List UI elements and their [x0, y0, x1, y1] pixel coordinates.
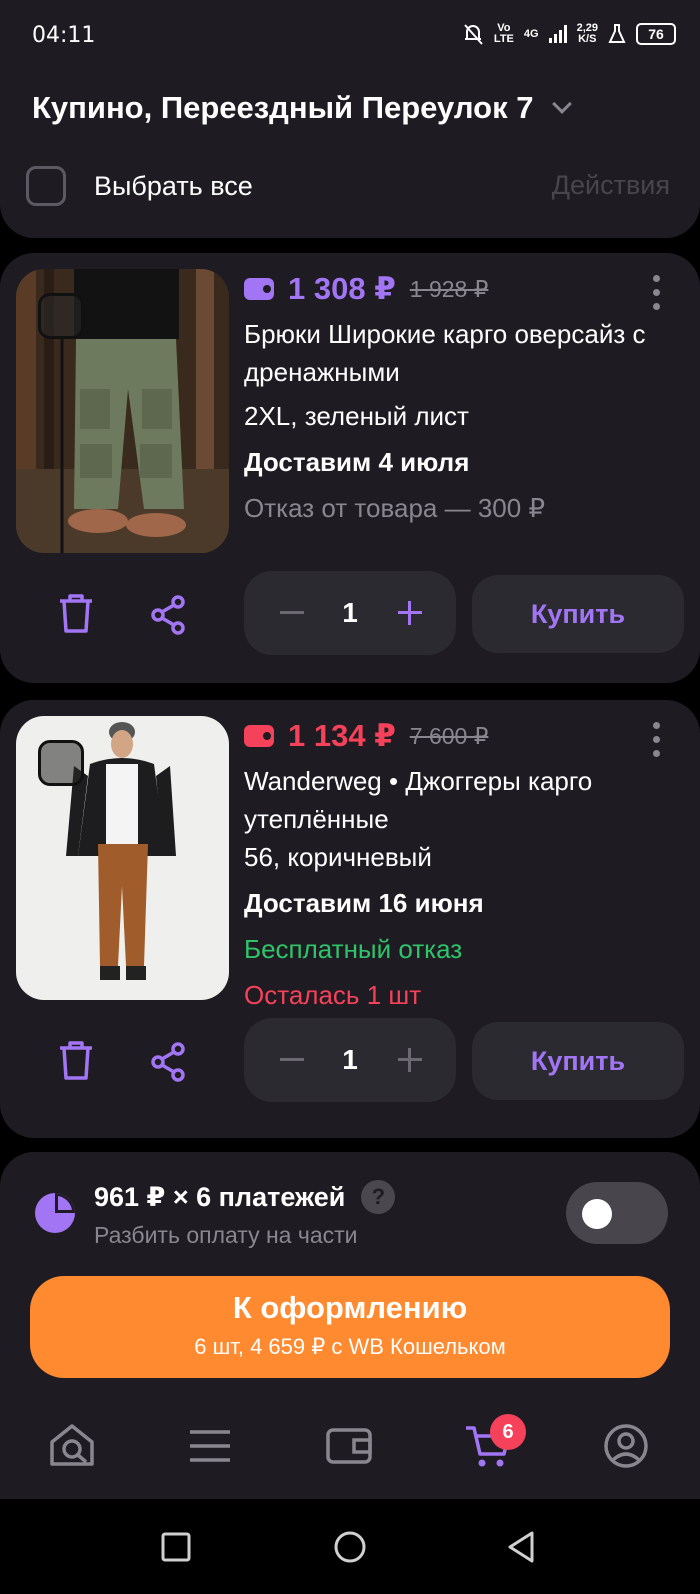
price-row: 1 134 ₽ 7 600 ₽ — [244, 718, 488, 754]
product-title[interactable]: Wanderweg • Джоггеры карго утеплённые — [244, 762, 664, 838]
wallet-price-icon — [244, 278, 274, 300]
status-icons: Vo LTE 4G 2,29 K/S 76 — [462, 22, 676, 46]
cart-count-badge: 6 — [490, 1414, 526, 1450]
status-time: 04:11 — [32, 23, 96, 48]
split-payment-toggle[interactable] — [566, 1182, 668, 1244]
delivery-address[interactable]: Купино, Переездный Переулок 7 — [32, 90, 573, 126]
network-type: 4G — [523, 27, 539, 40]
help-icon[interactable]: ? — [361, 1180, 396, 1214]
trash-icon[interactable] — [56, 591, 96, 635]
more-options-icon[interactable] — [653, 722, 660, 757]
data-rate: 2,29 K/S — [576, 22, 598, 45]
recent-apps-icon[interactable] — [158, 1529, 194, 1565]
checkout-panel: 961 ₽ × 6 платежей ? Разбить оплату на ч… — [0, 1152, 700, 1499]
select-all-label: Выбрать все — [94, 170, 253, 201]
split-payment-amount: 961 ₽ × 6 платежей — [94, 1181, 346, 1212]
battery-indicator: 76 — [636, 23, 676, 45]
home-icon[interactable] — [332, 1529, 368, 1565]
stock-remaining: Осталась 1 шт — [244, 980, 422, 1010]
item-select-checkbox[interactable] — [38, 740, 84, 786]
quantity-stepper: 1 — [244, 1018, 456, 1102]
address-label: Купино, Переездный Переулок 7 — [32, 90, 534, 125]
toggle-knob — [582, 1199, 612, 1229]
product-variant: 56, коричневый — [244, 842, 432, 872]
profile-icon[interactable] — [600, 1420, 652, 1472]
trash-icon[interactable] — [56, 1038, 96, 1082]
increase-button[interactable] — [398, 601, 422, 625]
old-price: 1 928 ₽ — [409, 275, 489, 302]
delivery-date: Доставим 16 июня — [244, 888, 484, 918]
return-fee: Отказ от товара — 300 ₽ — [244, 493, 545, 523]
product-variant: 2XL, зеленый лист — [244, 401, 469, 431]
system-nav-bar — [0, 1499, 700, 1594]
home-search-icon[interactable] — [46, 1420, 98, 1472]
cart-item: 1 134 ₽ 7 600 ₽ Wanderweg • Джоггеры кар… — [0, 700, 700, 1138]
price-row: 1 308 ₽ 1 928 ₽ — [244, 271, 488, 307]
quantity-value: 1 — [342, 597, 358, 628]
select-all[interactable]: Выбрать все — [26, 166, 253, 206]
more-options-icon[interactable] — [653, 275, 660, 310]
volte-indicator: Vo LTE — [493, 22, 514, 45]
mute-bell-icon — [464, 24, 483, 45]
delivery-date: Доставим 4 июля — [244, 447, 470, 477]
increase-button[interactable] — [398, 1048, 422, 1072]
back-icon[interactable] — [504, 1529, 540, 1565]
quantity-stepper: 1 — [244, 571, 456, 655]
chevron-down-icon — [552, 94, 573, 114]
pie-chart-icon — [35, 1193, 75, 1233]
quantity-value: 1 — [342, 1044, 358, 1075]
checkout-title: К оформлению — [232, 1290, 468, 1325]
product-image[interactable] — [16, 716, 229, 1000]
status-bar: 04:11 Vo LTE 4G 2,29 K/S 76 — [0, 0, 700, 72]
buy-button[interactable]: Купить — [472, 1022, 684, 1100]
price: 1 134 ₽ — [288, 718, 396, 753]
split-payment-title: 961 ₽ × 6 платежей ? — [94, 1180, 396, 1214]
actions-button[interactable]: Действия — [552, 170, 670, 201]
checkout-button[interactable]: К оформлению 6 шт, 4 659 ₽ с WB Кошелько… — [30, 1276, 670, 1378]
checkout-summary: 6 шт, 4 659 ₽ с WB Кошельком — [194, 1334, 506, 1359]
select-all-checkbox[interactable] — [26, 166, 66, 206]
price: 1 308 ₽ — [288, 271, 396, 306]
cart-header: Купино, Переездный Переулок 7 Выбрать вс… — [0, 72, 700, 238]
split-payment-subtitle: Разбить оплату на части — [94, 1222, 358, 1248]
wallet-icon[interactable] — [324, 1420, 376, 1472]
old-price: 7 600 ₽ — [409, 722, 489, 749]
flask-icon — [608, 24, 626, 43]
free-return-label: Бесплатный отказ — [244, 934, 463, 964]
cart-item: 1 308 ₽ 1 928 ₽ Брюки Широкие карго овер… — [0, 253, 700, 683]
item-select-checkbox[interactable] — [38, 293, 84, 339]
buy-button[interactable]: Купить — [472, 575, 684, 653]
wallet-price-icon — [244, 725, 274, 747]
product-title[interactable]: Брюки Широкие карго оверсайз с дренажным… — [244, 315, 664, 391]
signal-icon — [548, 25, 567, 43]
catalog-menu-icon[interactable] — [184, 1420, 236, 1472]
share-icon[interactable] — [150, 595, 186, 635]
tab-bar: 6 — [0, 1414, 700, 1490]
share-icon[interactable] — [150, 1042, 186, 1082]
product-image[interactable] — [16, 269, 229, 553]
